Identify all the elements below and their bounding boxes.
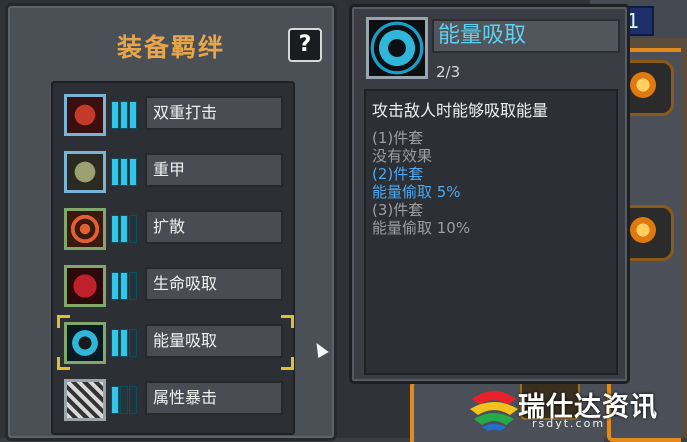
set-progress-bars: [111, 101, 141, 129]
set-bonus-label: 能量吸取: [145, 324, 283, 358]
heavy-armor-icon: [64, 151, 106, 193]
progress-bar-filled: [111, 386, 119, 414]
set-bonus-label: 扩散: [145, 210, 283, 244]
progress-bar-filled: [120, 329, 128, 357]
progress-bar-filled: [111, 158, 119, 186]
set-bonus-label: 属性暴击: [145, 381, 283, 415]
panel-title: 装备羁绊: [116, 33, 225, 62]
tooltip-set-count: 2/3: [436, 63, 461, 81]
progress-bar-filled: [111, 272, 119, 300]
progress-bar-filled: [129, 158, 137, 186]
progress-bar-empty: [129, 386, 137, 414]
selection-corner: [281, 357, 294, 370]
tooltip-body: 攻击敌人时能够吸取能量 (1)件套 没有效果 (2)件套 能量偷取 5% (3)件套 能量…: [364, 89, 618, 375]
set-progress-bars: [111, 215, 141, 243]
progress-bar-empty: [129, 215, 137, 243]
progress-bar-filled: [129, 101, 137, 129]
selection-corner: [57, 315, 70, 328]
set-bonus-label: 生命吸取: [145, 267, 283, 301]
watermark-logo-icon: [470, 391, 518, 431]
watermark-url: rsdyt.com: [532, 417, 606, 430]
equipment-set-panel: 装备羁绊 ? 双重打击重甲扩散生命吸取能量吸取属性暴击: [5, 3, 337, 441]
elemental-crit-icon: [64, 379, 106, 421]
set-bonus-row[interactable]: 属性暴击: [61, 376, 283, 421]
progress-bar-filled: [120, 101, 128, 129]
tooltip-set-name: 能量吸取: [432, 19, 620, 53]
set-bonus-label: 重甲: [145, 153, 283, 187]
set-bonus-label: 双重打击: [145, 96, 283, 130]
progress-bar-empty: [120, 386, 128, 414]
set-bonus-row[interactable]: 扩散: [61, 205, 283, 250]
set-progress-bars: [111, 386, 141, 414]
progress-bar-filled: [111, 101, 119, 129]
progress-bar-empty: [129, 272, 137, 300]
progress-bar-empty: [129, 329, 137, 357]
progress-bar-filled: [111, 329, 119, 357]
energy-steal-icon: [366, 17, 428, 79]
set-bonus-row[interactable]: 能量吸取: [57, 315, 294, 370]
energy-steal-icon: [64, 322, 106, 364]
spread-icon: [64, 208, 106, 250]
progress-bar-filled: [120, 272, 128, 300]
selection-corner: [57, 357, 70, 370]
set-bonus-row[interactable]: 双重打击: [61, 91, 283, 136]
progress-bar-filled: [120, 158, 128, 186]
set-progress-bars: [111, 158, 141, 186]
help-button[interactable]: ?: [288, 28, 322, 62]
double-strike-icon: [64, 94, 106, 136]
progress-bar-filled: [111, 215, 119, 243]
watermark: 瑞仕达资讯 rsdyt.com: [468, 383, 683, 435]
tier-effect: 能量偷取 10%: [372, 219, 471, 237]
life-steal-icon: [64, 265, 106, 307]
selection-corner: [281, 315, 294, 328]
set-bonus-row[interactable]: 重甲: [61, 148, 283, 193]
tooltip-description: 攻击敌人时能够吸取能量: [372, 101, 549, 120]
progress-bar-filled: [120, 215, 128, 243]
set-tooltip: 能量吸取 2/3 攻击敌人时能够吸取能量 (1)件套 没有效果 (2)件套 能量偷取 …: [349, 4, 630, 384]
set-bonus-row[interactable]: 生命吸取: [61, 262, 283, 307]
set-bonus-list: 双重打击重甲扩散生命吸取能量吸取属性暴击: [51, 81, 295, 435]
set-progress-bars: [111, 272, 141, 300]
set-progress-bars: [111, 329, 141, 357]
